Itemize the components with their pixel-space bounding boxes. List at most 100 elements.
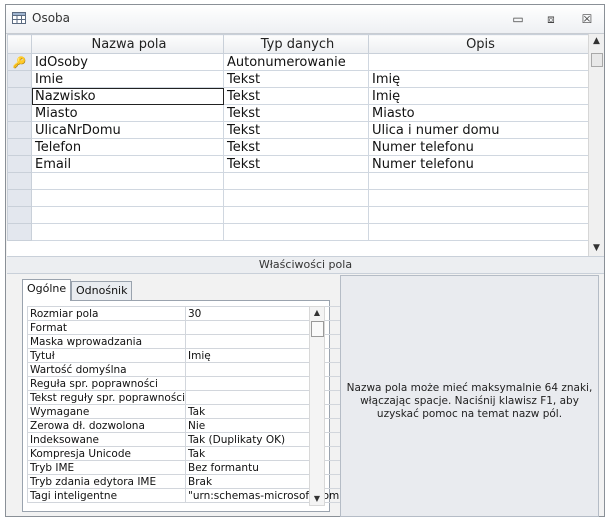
row-selector[interactable] bbox=[7, 87, 32, 105]
property-row[interactable]: Tekst reguły spr. poprawności bbox=[27, 390, 344, 405]
property-label: Maska wprowadzania bbox=[27, 334, 186, 349]
scroll-thumb[interactable] bbox=[591, 53, 603, 67]
field-properties-label: Właściwości pola bbox=[7, 256, 604, 274]
property-row[interactable]: Maska wprowadzania bbox=[27, 334, 344, 349]
property-row[interactable]: Wartość domyślna bbox=[27, 362, 344, 377]
cell-name[interactable]: Imie bbox=[31, 70, 224, 88]
cell-name[interactable]: UlicaNrDomu bbox=[31, 121, 224, 139]
property-row[interactable]: Rozmiar pola 30 bbox=[27, 306, 344, 321]
cell-name[interactable] bbox=[31, 172, 224, 190]
property-row[interactable]: Tryb zdania edytora IME Brak bbox=[27, 474, 344, 489]
design-table: Nazwa pola Typ danych Opis 🔑 IdOsoby Auton… bbox=[7, 34, 590, 241]
cell-name[interactable] bbox=[31, 189, 224, 207]
cell-type[interactable]: Autonumerowanie bbox=[223, 53, 369, 71]
cell-type[interactable] bbox=[223, 206, 369, 224]
property-row[interactable]: Tryb IME Bez formantu bbox=[27, 460, 344, 475]
header-field-name[interactable]: Nazwa pola bbox=[31, 34, 224, 54]
cell-desc[interactable]: Ulica i numer domu bbox=[368, 121, 590, 139]
cell-desc[interactable]: Numer telefonu bbox=[368, 155, 590, 173]
property-row[interactable]: Zerowa dł. dozwolona Nie bbox=[27, 418, 344, 433]
property-row[interactable]: Reguła spr. poprawności bbox=[27, 376, 344, 391]
table-row[interactable]: 🔑 IdOsoby Autonumerowanie bbox=[7, 53, 590, 71]
cell-name[interactable]: Email bbox=[31, 155, 224, 173]
table-icon bbox=[12, 12, 26, 24]
row-selector[interactable] bbox=[7, 70, 32, 88]
table-row[interactable] bbox=[7, 172, 590, 190]
header-selector[interactable] bbox=[7, 34, 32, 54]
row-selector[interactable] bbox=[7, 206, 32, 224]
minimize-icon: ▭ bbox=[512, 12, 524, 26]
cell-name[interactable] bbox=[31, 223, 224, 241]
table-row[interactable] bbox=[7, 206, 590, 224]
general-properties-panel: Rozmiar pola 30 Format Maska wprowadzania Ty… bbox=[22, 300, 344, 512]
property-row[interactable]: Tagi inteligentne "urn:schemas-microsoft-… bbox=[27, 488, 344, 503]
cell-type[interactable]: Tekst bbox=[223, 121, 369, 139]
cell-desc[interactable]: Numer telefonu bbox=[368, 138, 590, 156]
table-row[interactable]: Email Tekst Numer telefonu bbox=[7, 155, 590, 173]
scroll-up-icon[interactable]: ▲ bbox=[310, 307, 324, 319]
table-row[interactable] bbox=[7, 223, 590, 241]
cell-type[interactable]: Tekst bbox=[223, 70, 369, 88]
cell-type[interactable]: Tekst bbox=[223, 104, 369, 122]
property-row[interactable]: Wymagane Tak bbox=[27, 404, 344, 419]
properties-scrollbar[interactable]: ▲ ▼ bbox=[309, 306, 325, 506]
cell-desc[interactable] bbox=[368, 189, 590, 207]
row-selector[interactable] bbox=[7, 189, 32, 207]
header-description[interactable]: Opis bbox=[368, 34, 590, 54]
table-row[interactable]: Miasto Tekst Miasto bbox=[7, 104, 590, 122]
header-data-type[interactable]: Typ danych bbox=[223, 34, 369, 54]
cell-type[interactable]: Tekst bbox=[223, 87, 369, 105]
row-selector[interactable] bbox=[7, 223, 32, 241]
scroll-down-icon[interactable]: ▼ bbox=[310, 493, 324, 505]
tab-general[interactable]: Ogólne bbox=[22, 279, 72, 301]
close-icon: ☒ bbox=[581, 12, 593, 26]
cell-desc[interactable] bbox=[368, 172, 590, 190]
scroll-up-icon[interactable]: ▲ bbox=[589, 34, 604, 49]
grid-scrollbar[interactable]: ▲ ▼ bbox=[588, 34, 604, 256]
cell-desc[interactable]: Miasto bbox=[368, 104, 590, 122]
property-row[interactable]: Kompresja Unicode Tak bbox=[27, 446, 344, 461]
cell-desc[interactable] bbox=[368, 223, 590, 241]
row-selector[interactable] bbox=[7, 121, 32, 139]
property-row[interactable]: Indeksowane Tak (Duplikaty OK) bbox=[27, 432, 344, 447]
table-row[interactable]: Nazwisko Tekst Imię bbox=[7, 87, 590, 105]
property-label: Indeksowane bbox=[27, 432, 186, 447]
maximize-button[interactable]: ⧈ bbox=[542, 11, 560, 27]
table-row[interactable]: UlicaNrDomu Tekst Ulica i numer domu bbox=[7, 121, 590, 139]
scroll-thumb[interactable] bbox=[311, 321, 324, 337]
minimize-button[interactable]: ▭ bbox=[509, 11, 527, 27]
cell-name[interactable] bbox=[31, 206, 224, 224]
table-row[interactable] bbox=[7, 189, 590, 207]
cell-type[interactable]: Tekst bbox=[223, 155, 369, 173]
property-row[interactable]: Tytuł Imię bbox=[27, 348, 344, 363]
table-row[interactable]: Imie Tekst Imię bbox=[7, 70, 590, 88]
cell-name[interactable]: Miasto bbox=[31, 104, 224, 122]
cell-desc[interactable]: Imię bbox=[368, 70, 590, 88]
row-selector[interactable] bbox=[7, 155, 32, 173]
cell-name[interactable]: IdOsoby bbox=[31, 53, 224, 71]
property-label: Format bbox=[27, 320, 186, 335]
cell-desc[interactable] bbox=[368, 206, 590, 224]
cell-type[interactable]: Tekst bbox=[223, 138, 369, 156]
row-selector[interactable] bbox=[7, 138, 32, 156]
property-label: Rozmiar pola bbox=[27, 306, 186, 321]
property-row[interactable]: Format bbox=[27, 320, 344, 335]
row-selector[interactable] bbox=[7, 172, 32, 190]
cell-type[interactable] bbox=[223, 172, 369, 190]
property-label: Wartość domyślna bbox=[27, 362, 186, 377]
cell-desc[interactable] bbox=[368, 53, 590, 71]
row-selector[interactable]: 🔑 bbox=[7, 53, 32, 71]
cell-type[interactable] bbox=[223, 223, 369, 241]
close-button[interactable]: ☒ bbox=[578, 11, 596, 27]
table-row[interactable]: Telefon Tekst Numer telefonu bbox=[7, 138, 590, 156]
cell-name[interactable]: Telefon bbox=[31, 138, 224, 156]
cell-type[interactable] bbox=[223, 189, 369, 207]
row-selector[interactable] bbox=[7, 104, 32, 122]
property-label: Zerowa dł. dozwolona bbox=[27, 418, 186, 433]
scroll-down-icon[interactable]: ▼ bbox=[589, 241, 604, 256]
property-label: Tytuł bbox=[27, 348, 186, 363]
tab-lookup[interactable]: Odnośnik bbox=[71, 281, 133, 300]
cell-name[interactable]: Nazwisko bbox=[31, 87, 224, 105]
cell-desc[interactable]: Imię bbox=[368, 87, 590, 105]
help-panel: Nazwa pola może mieć maksymalnie 64 znak… bbox=[340, 275, 599, 517]
